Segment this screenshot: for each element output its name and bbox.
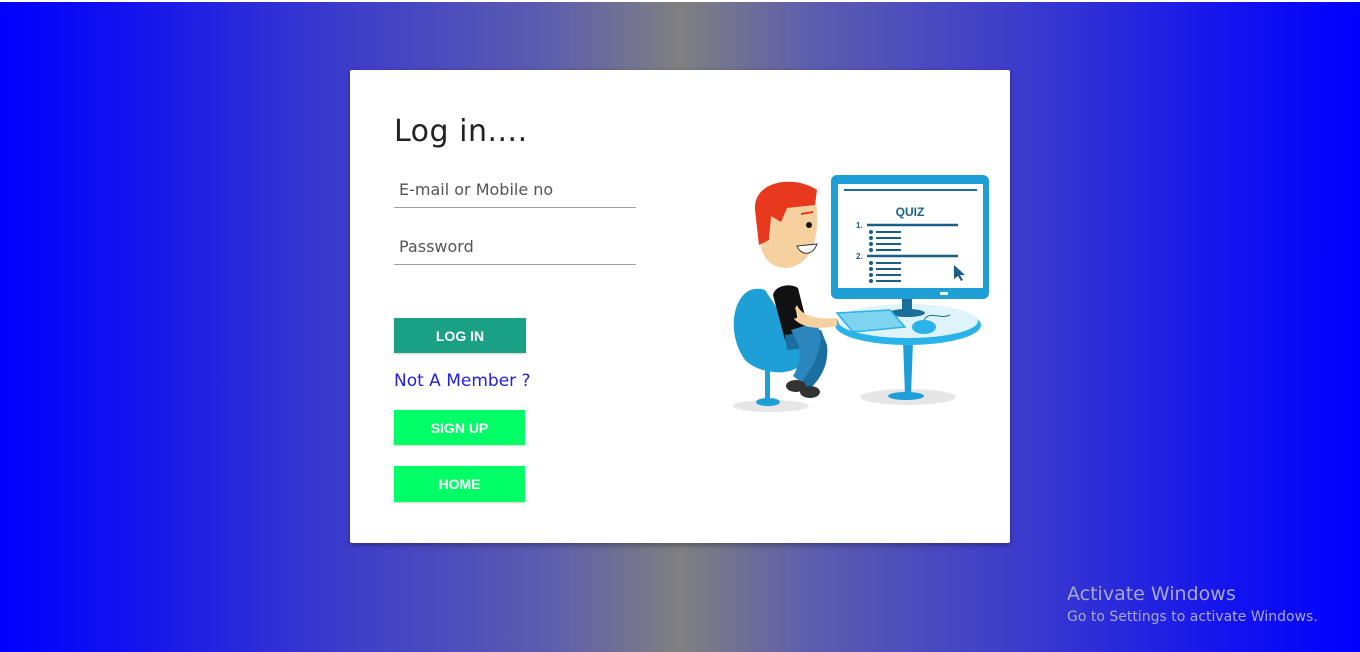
signup-button[interactable]: SIGN UP [394, 410, 525, 445]
watermark-subtitle: Go to Settings to activate Windows. [1067, 609, 1318, 625]
quiz-illustration: QUIZ 1. 2. [733, 175, 989, 412]
quiz-item-1: 1. [856, 221, 863, 230]
activate-windows-watermark: Activate Windows Go to Settings to activ… [1067, 583, 1318, 625]
login-button[interactable]: LOG IN [394, 318, 526, 353]
email-field[interactable] [394, 172, 636, 208]
login-card: Log in.... LOG IN Not A Member ? SIGN UP… [350, 70, 1010, 543]
password-field[interactable] [394, 229, 636, 265]
top-border [0, 0, 1360, 2]
quiz-item-2: 2. [856, 252, 863, 261]
page-title: Log in.... [394, 114, 528, 149]
watermark-title: Activate Windows [1067, 583, 1236, 605]
home-button[interactable]: HOME [394, 466, 525, 502]
not-a-member-link[interactable]: Not A Member ? [394, 371, 531, 391]
quiz-screen-title: QUIZ [896, 205, 925, 219]
